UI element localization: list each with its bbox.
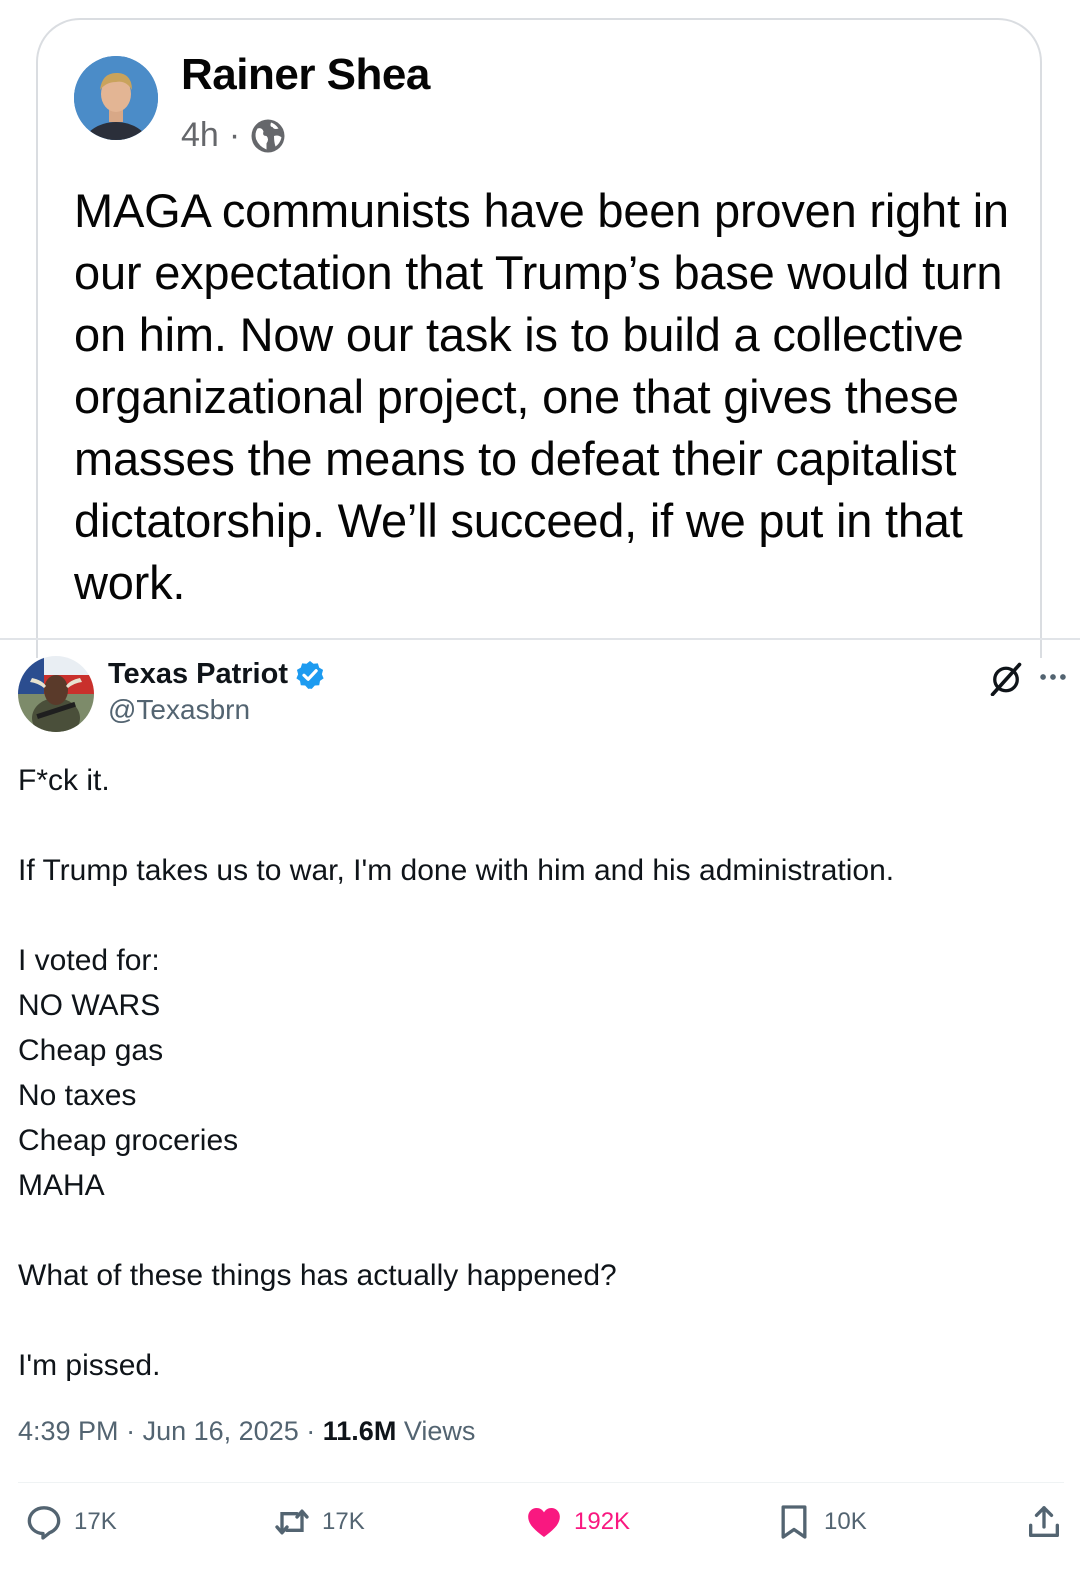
like-count: 192K	[574, 1508, 631, 1535]
bookmark-button[interactable]: 10K	[774, 1502, 867, 1542]
tweet-line: No taxes	[18, 1079, 137, 1112]
views-label: Views	[403, 1416, 476, 1446]
tweet-body: F*ck it. If Trump takes us to war, I'm d…	[18, 758, 1058, 1388]
views-count[interactable]: 11.6M	[323, 1416, 397, 1446]
bookmark-count: 10K	[824, 1508, 867, 1535]
actions-divider	[18, 1482, 1064, 1483]
tweet-line: What of these things has actually happen…	[18, 1259, 617, 1292]
reply-icon	[27, 1506, 61, 1540]
tweet: Texas Patriot @Texasbrn F*ck it. If Trum…	[0, 640, 1080, 1571]
tweet-line	[18, 1298, 1058, 1343]
facebook-post-card: Rainer Shea 4h · MAGA communists have be…	[36, 18, 1042, 658]
avatar-image	[18, 656, 94, 732]
share-icon	[1029, 1506, 1059, 1537]
post-meta: 4h ·	[181, 116, 286, 155]
post-time[interactable]: 4h	[181, 116, 219, 155]
bookmark-icon	[781, 1505, 807, 1539]
tweet-line	[18, 803, 1058, 848]
meta-separator: ·	[126, 1416, 136, 1446]
tweet-line: If Trump takes us to war, I'm done with …	[18, 854, 895, 887]
author-name[interactable]: Rainer Shea	[181, 50, 430, 100]
meta-separator: ·	[306, 1416, 316, 1446]
tweet-line: I voted for:	[18, 944, 160, 977]
reply-button[interactable]: 17K	[24, 1502, 117, 1542]
tweet-line	[18, 1208, 1058, 1253]
like-button[interactable]: 192K	[524, 1502, 630, 1542]
tweet-avatar[interactable]	[18, 656, 94, 732]
meta-separator: ·	[228, 116, 241, 154]
heart-icon	[528, 1508, 560, 1537]
tweet-meta: 4:39 PM · Jun 16, 2025 · 11.6M Views	[18, 1416, 475, 1447]
repost-count: 17K	[322, 1508, 365, 1535]
repost-icon	[275, 1509, 309, 1535]
post-text: MAGA communists have been proven right i…	[74, 184, 1009, 609]
tweet-line: I'm pissed.	[18, 1349, 161, 1382]
tweet-line: F*ck it.	[18, 764, 110, 797]
tweet-line	[18, 893, 1058, 938]
verified-badge-icon[interactable]	[294, 659, 326, 691]
avatar-photo	[74, 56, 158, 140]
tweet-date[interactable]: Jun 16, 2025	[143, 1416, 299, 1446]
user-handle[interactable]: @Texasbrn	[108, 694, 250, 726]
author-avatar[interactable]	[74, 56, 158, 140]
more-options-icon[interactable]	[1036, 660, 1070, 694]
tweet-actions-bar: 17K 17K 192K 10K	[0, 1502, 1080, 1552]
grok-icon[interactable]	[988, 660, 1024, 696]
share-button[interactable]	[1024, 1502, 1064, 1547]
globe-icon[interactable]	[250, 118, 286, 154]
tweet-time[interactable]: 4:39 PM	[18, 1416, 119, 1446]
tweet-line: Cheap groceries	[18, 1124, 239, 1157]
repost-button[interactable]: 17K	[272, 1502, 365, 1542]
tweet-line: NO WARS	[18, 989, 161, 1022]
tweet-line: Cheap gas	[18, 1034, 164, 1067]
display-name[interactable]: Texas Patriot	[108, 658, 288, 691]
tweet-line: MAHA	[18, 1169, 105, 1202]
reply-count: 17K	[74, 1508, 117, 1535]
tweet-name-row: Texas Patriot	[108, 658, 326, 691]
